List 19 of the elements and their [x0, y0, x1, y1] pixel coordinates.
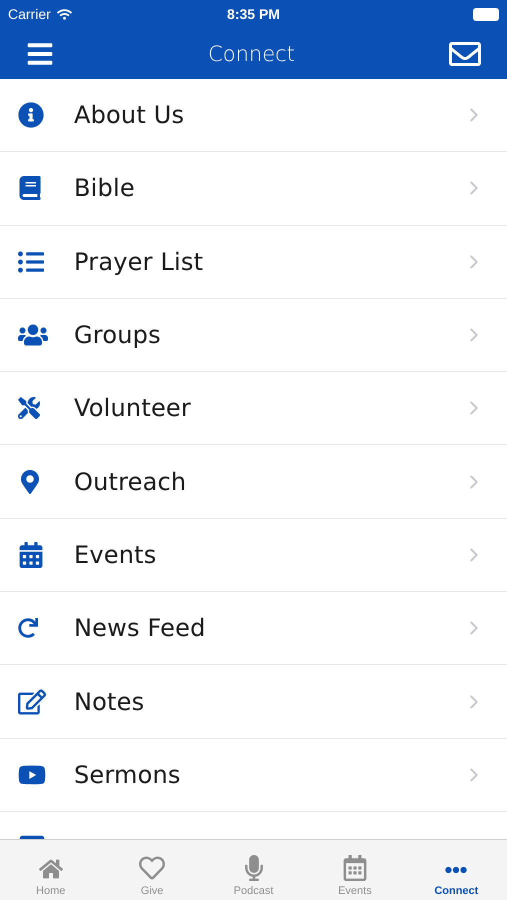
tab-item[interactable]: Connect	[406, 840, 507, 900]
home-icon	[38, 857, 63, 881]
calendar-icon	[18, 542, 44, 568]
edit-icon	[18, 688, 46, 716]
circular-arrow-icon	[18, 618, 38, 638]
tools-icon	[18, 397, 40, 420]
book-icon	[18, 176, 42, 200]
info-icon	[18, 102, 44, 128]
menu-item[interactable]: Sermons	[0, 738, 507, 812]
menu-item[interactable]: Prayer List	[0, 226, 507, 299]
page-title: Connect	[208, 42, 295, 66]
wifi-icon	[56, 6, 72, 22]
time-label: 8:35 PM	[227, 6, 280, 22]
battery-icon	[472, 8, 499, 20]
heart-icon	[139, 855, 166, 881]
list-icon	[18, 248, 44, 275]
calendar-icon	[342, 855, 368, 881]
carrier-label: Carrier	[8, 6, 51, 22]
location-pin-icon	[18, 470, 42, 494]
